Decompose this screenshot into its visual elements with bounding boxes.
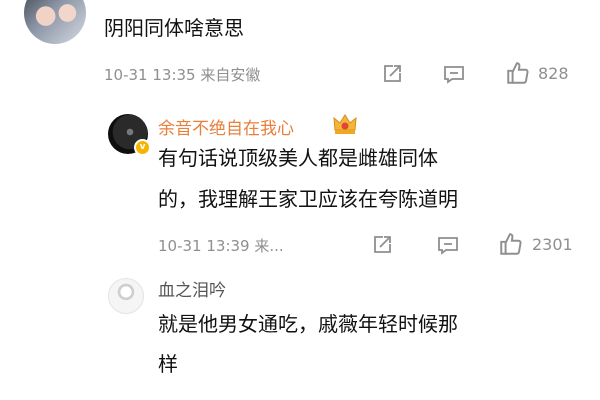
crown-badge-icon <box>332 112 358 140</box>
reply-text-line: 有句话说顶级美人都是雌雄同体 <box>158 146 438 170</box>
reply-username[interactable]: 余音不绝自在我心 <box>158 114 294 139</box>
reply-text-line: 的，我理解王家卫应该在夸陈道明 <box>158 187 458 211</box>
reply-text-line: 样 <box>158 352 178 376</box>
commenter-avatar[interactable] <box>24 0 86 44</box>
reply-text-line: 就是他男女通吃，戚薇年轻时候那 <box>158 312 458 336</box>
reply-comment-icon[interactable] <box>436 233 460 261</box>
verified-icon: v <box>134 139 151 156</box>
reply-username[interactable]: 血之泪吟 <box>158 276 226 301</box>
like-icon[interactable] <box>498 231 524 261</box>
share-icon[interactable] <box>370 233 394 261</box>
like-icon[interactable] <box>505 60 531 90</box>
comment-meta: 10-31 13:35 来自安徽 <box>104 66 261 84</box>
like-count: 2301 <box>532 235 573 254</box>
reply-meta: 10-31 13:39 来... <box>158 237 284 255</box>
like-count: 828 <box>538 64 569 83</box>
reply-avatar[interactable] <box>108 278 144 314</box>
share-icon[interactable] <box>380 62 404 90</box>
comment-text: 阴阳同体啥意思 <box>104 16 244 40</box>
reply-comment-icon[interactable] <box>442 62 466 90</box>
